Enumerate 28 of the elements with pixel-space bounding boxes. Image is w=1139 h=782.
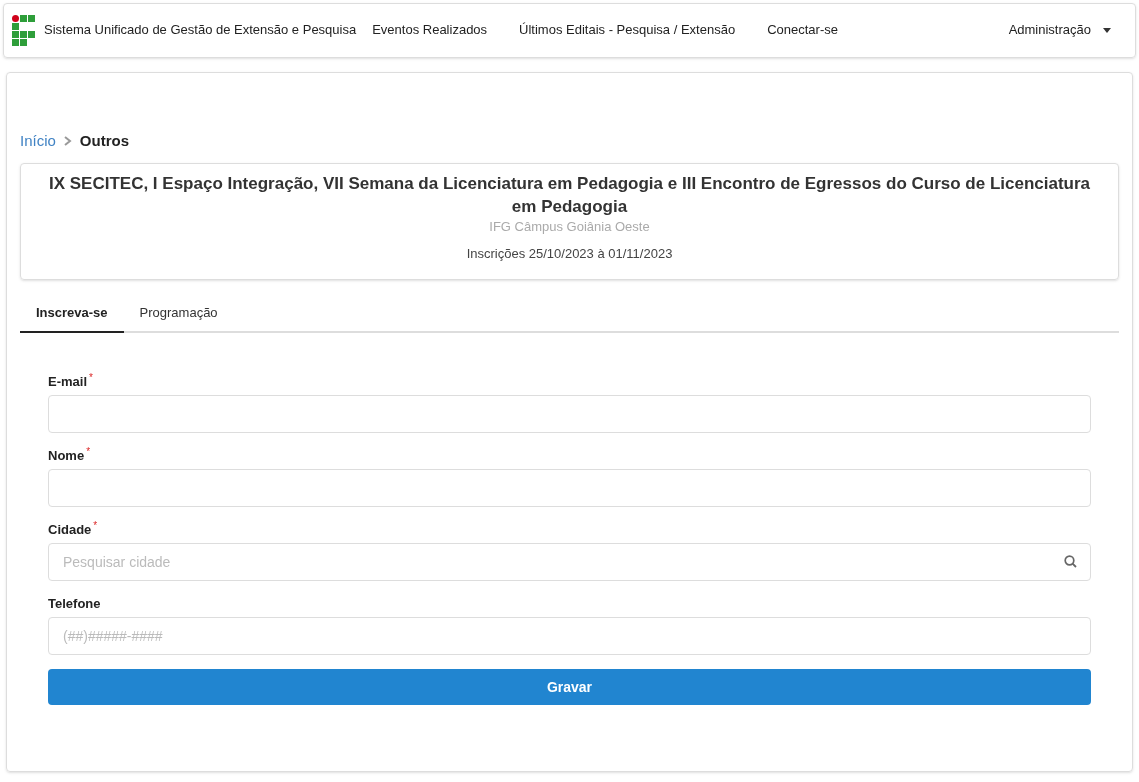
search-field[interactable]: Pesquisar cidade: [48, 543, 1091, 582]
tab[interactable]: Inscreva-se: [20, 295, 124, 334]
input-field[interactable]: [48, 469, 1091, 508]
field-label: Telefone: [48, 595, 101, 614]
logo-icon: [12, 14, 36, 47]
required-mark: *: [89, 373, 93, 384]
caret-icon: [1103, 28, 1111, 33]
tab[interactable]: Programação: [123, 295, 234, 334]
campus-text: IFG Câmpus Goiânia Oeste: [488, 218, 651, 236]
admin-menu[interactable]: Administração: [1008, 21, 1111, 40]
required-mark: *: [93, 521, 98, 532]
search-icon: [1064, 555, 1077, 569]
field-label: Nome: [48, 447, 85, 466]
input-field[interactable]: (##)#####-####: [48, 617, 1091, 656]
breadcrumb-current: Outros: [79, 131, 130, 152]
chevron-icon: [63, 136, 72, 146]
dates-text: Inscrições 25/10/2023 à 01/11/2023: [465, 244, 674, 263]
breadcrumb-link[interactable]: Início: [20, 130, 56, 152]
input-field[interactable]: [48, 395, 1091, 434]
save-button[interactable]: Gravar: [48, 669, 1091, 706]
brand-link[interactable]: Sistema Unificado de Gestão de Extensão e Pesquisa: [44, 21, 357, 40]
nav-link[interactable]: Eventos Realizados: [372, 21, 488, 40]
nav-link[interactable]: Conectar-se: [767, 21, 838, 40]
event-title: IX SECITEC, I Espaço Integração, VII Semana da Licenciatura em Pedagogia e III Encontro de Egressos do Curso de Licenciatura em Pedagogia: [47, 173, 1092, 218]
nav-link[interactable]: Últimos Editais - Pesquisa / Extensão: [519, 21, 736, 40]
required-mark: *: [86, 447, 91, 458]
field-label: E-mail: [48, 373, 87, 392]
field-label: Cidade: [48, 521, 92, 540]
